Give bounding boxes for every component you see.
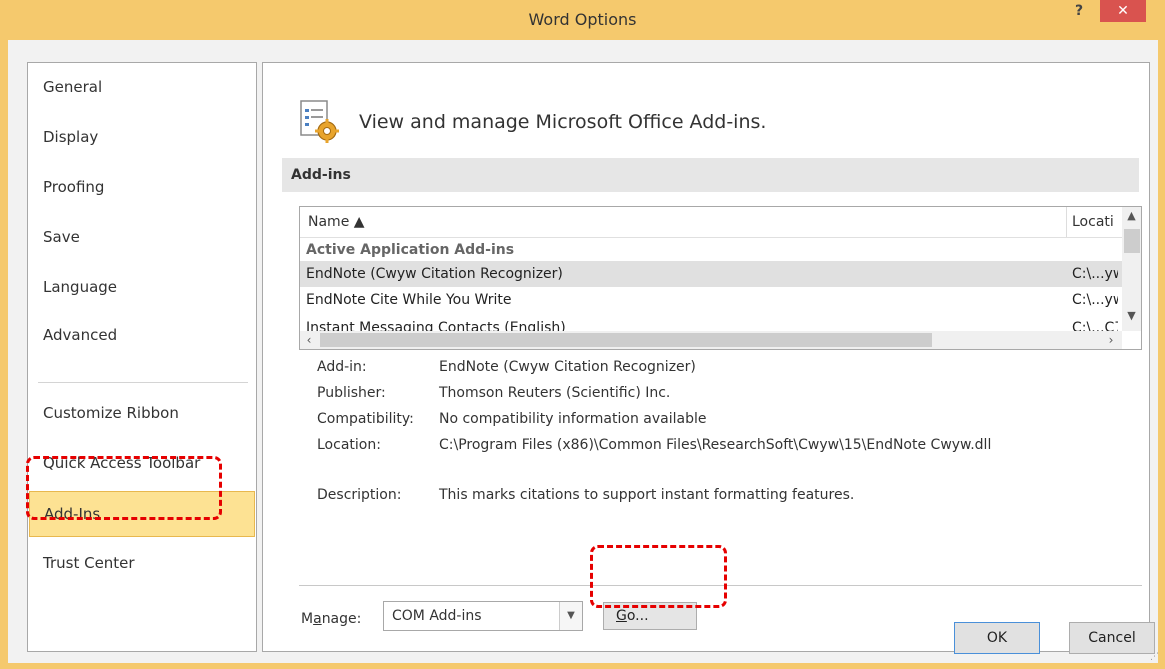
detail-value-location: C:\Program Files (x86)\Common Files\Rese… xyxy=(439,437,992,453)
close-button[interactable]: ✕ xyxy=(1100,0,1146,22)
detail-value-publisher: Thomson Reuters (Scientific) Inc. xyxy=(439,385,671,401)
title-bar: Word Options ? ✕ xyxy=(0,0,1165,40)
column-header-name[interactable]: Name ▲ xyxy=(308,207,365,237)
close-icon: ✕ xyxy=(1117,3,1129,19)
add-ins-list[interactable]: Name ▲ Locati Active Application Add-ins… xyxy=(299,206,1142,350)
sidebar-item-display[interactable]: Display xyxy=(29,115,255,159)
add-ins-panel: View and manage Microsoft Office Add-ins… xyxy=(262,62,1150,652)
detail-label-compatibility: Compatibility: xyxy=(317,411,414,427)
word-options-window: Word Options ? ✕ General Display Proofin… xyxy=(0,0,1165,669)
detail-label-add-in: Add-in: xyxy=(317,359,367,375)
scroll-left-icon[interactable]: ‹ xyxy=(300,331,318,349)
options-sidebar: General Display Proofing Save Language A… xyxy=(27,62,257,652)
sidebar-item-general[interactable]: General xyxy=(29,65,255,109)
table-row[interactable]: EndNote Cite While You Write C:\...yw xyxy=(300,287,1122,313)
sidebar-item-save[interactable]: Save xyxy=(29,215,255,259)
manage-dropdown[interactable]: COM Add-ins ▼ xyxy=(383,601,583,631)
go-button[interactable]: Go... xyxy=(603,602,697,630)
row-name: EndNote Cite While You Write xyxy=(306,292,512,308)
section-header-add-ins: Add-ins xyxy=(282,158,1139,192)
scroll-up-icon[interactable]: ▲ xyxy=(1122,207,1141,225)
window-title: Word Options xyxy=(528,10,637,29)
vertical-scrollbar[interactable]: ▲ ▼ xyxy=(1122,207,1141,331)
scroll-right-icon[interactable]: › xyxy=(1102,331,1120,349)
manage-label: Manage: xyxy=(301,611,361,627)
sidebar-item-customize-ribbon[interactable]: Customize Ribbon xyxy=(29,391,255,435)
sidebar-item-advanced[interactable]: Advanced xyxy=(29,313,255,357)
horizontal-scrollbar[interactable]: ‹ › xyxy=(300,331,1122,349)
row-location: C:\...yw xyxy=(1072,292,1118,308)
sidebar-item-proofing[interactable]: Proofing xyxy=(29,165,255,209)
detail-value-add-in: EndNote (Cwyw Citation Recognizer) xyxy=(439,359,696,375)
list-header: Name ▲ Locati xyxy=(300,207,1122,238)
chevron-down-icon[interactable]: ▼ xyxy=(559,602,582,630)
table-row[interactable]: Instant Messaging Contacts (English) C:\… xyxy=(300,313,1122,331)
sidebar-item-quick-access-toolbar[interactable]: Quick Access Toolbar xyxy=(29,441,255,485)
vertical-scroll-thumb[interactable] xyxy=(1124,229,1140,253)
table-row[interactable]: EndNote (Cwyw Citation Recognizer) C:\..… xyxy=(300,261,1122,287)
help-button[interactable]: ? xyxy=(1065,0,1093,24)
detail-value-description: This marks citations to support instant … xyxy=(439,487,855,503)
detail-label-publisher: Publisher: xyxy=(317,385,386,401)
go-button-label: o... xyxy=(626,608,649,624)
add-ins-gear-icon xyxy=(300,100,339,143)
detail-label-description: Description: xyxy=(317,487,402,503)
panel-heading: View and manage Microsoft Office Add-ins… xyxy=(359,111,767,133)
row-name: Instant Messaging Contacts (English) xyxy=(306,320,566,331)
horizontal-scroll-thumb[interactable] xyxy=(320,333,932,347)
sidebar-item-trust-center[interactable]: Trust Center xyxy=(29,541,255,585)
column-divider xyxy=(1066,207,1067,237)
ok-button[interactable]: OK xyxy=(954,622,1040,654)
sidebar-item-add-ins[interactable]: Add-Ins xyxy=(29,491,255,537)
group-label: Active Application Add-ins xyxy=(306,242,515,258)
detail-label-location: Location: xyxy=(317,437,381,453)
go-button-accesskey: G xyxy=(616,608,627,624)
manage-label-prefix: M xyxy=(301,611,314,627)
manage-label-suffix: nage: xyxy=(321,611,362,627)
row-name: EndNote (Cwyw Citation Recognizer) xyxy=(306,266,563,282)
sidebar-divider xyxy=(38,382,248,383)
resize-grip-icon[interactable]: ⋰ xyxy=(1150,652,1162,664)
list-group-header: Active Application Add-ins xyxy=(300,237,1122,263)
row-location: C:\...C7 xyxy=(1072,320,1118,331)
column-header-location[interactable]: Locati xyxy=(1072,207,1118,237)
sidebar-item-language[interactable]: Language xyxy=(29,265,255,309)
dialog-client-area: General Display Proofing Save Language A… xyxy=(8,40,1158,663)
bottom-divider xyxy=(299,585,1142,586)
manage-dropdown-value: COM Add-ins xyxy=(392,608,482,624)
detail-value-compatibility: No compatibility information available xyxy=(439,411,707,427)
row-location: C:\...yw xyxy=(1072,266,1118,282)
scroll-down-icon[interactable]: ▼ xyxy=(1122,307,1141,325)
manage-label-accesskey: a xyxy=(313,611,322,627)
cancel-button[interactable]: Cancel xyxy=(1069,622,1155,654)
